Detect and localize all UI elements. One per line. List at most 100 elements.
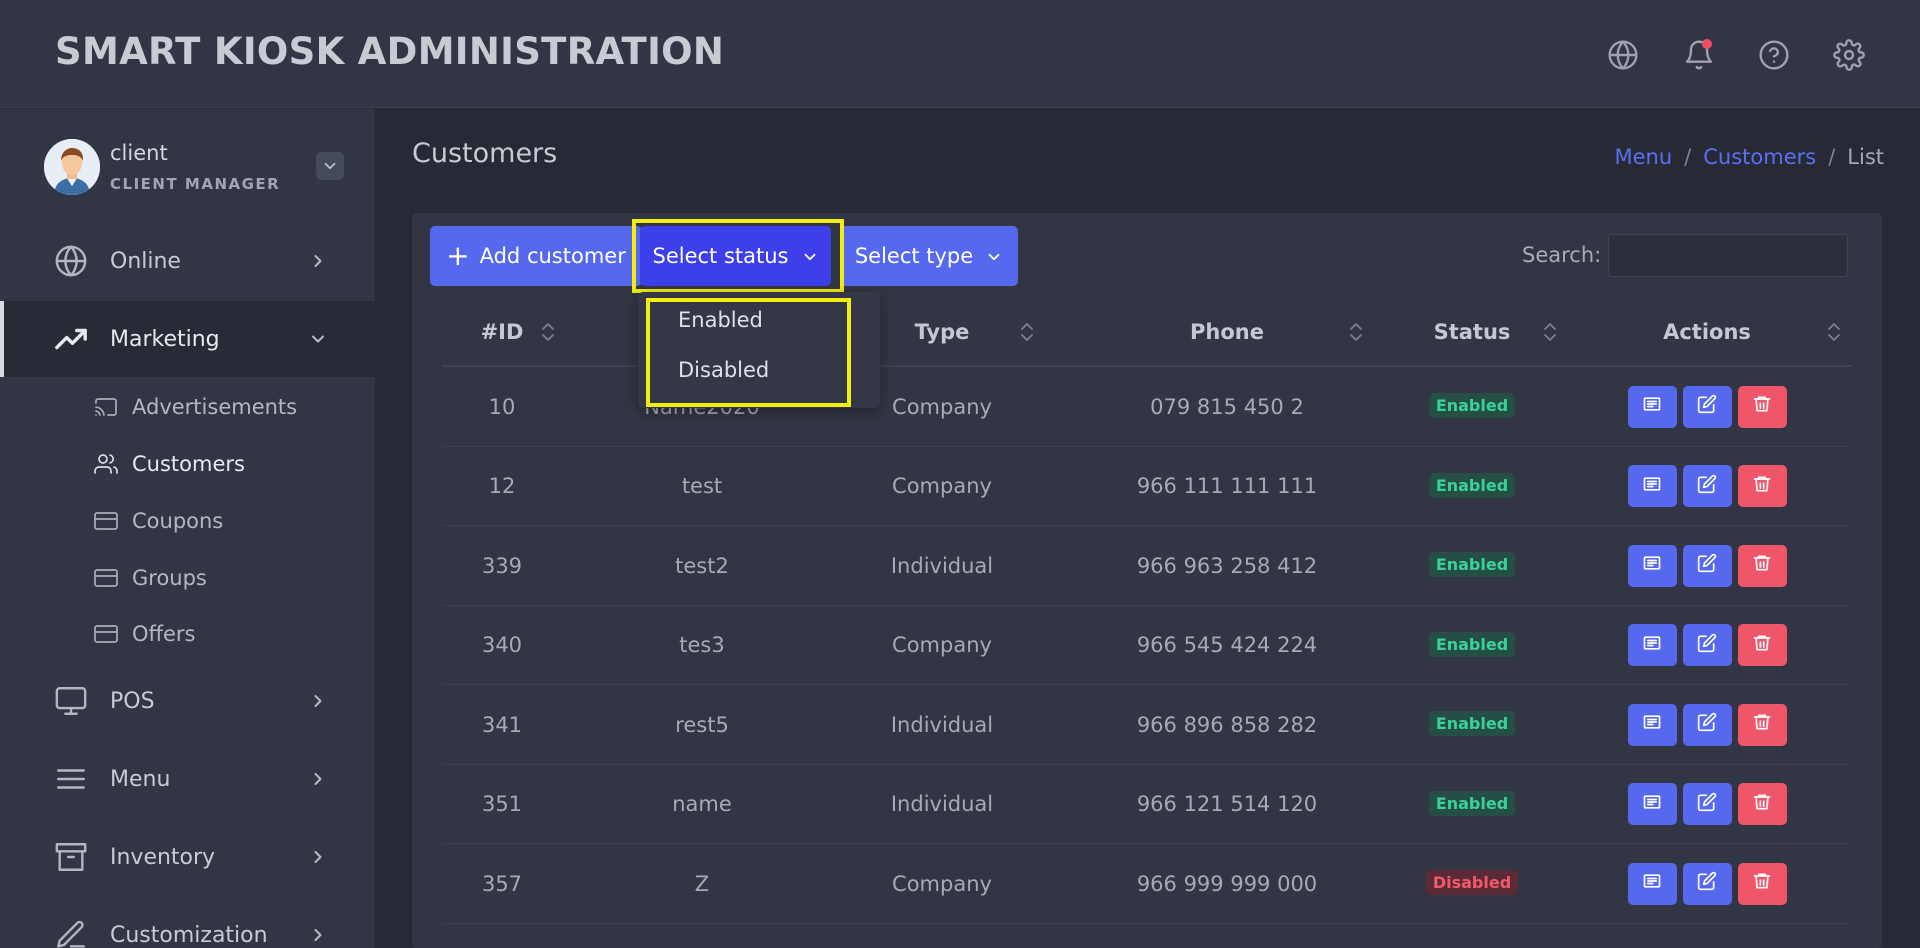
- edit-button[interactable]: [1682, 862, 1732, 905]
- breadcrumb-customers[interactable]: Customers: [1703, 145, 1816, 169]
- list-icon: [1642, 871, 1662, 896]
- cell-phone: 966 111 111 111: [1136, 474, 1318, 498]
- sidebar-item-label: Online: [110, 248, 181, 274]
- sidebar-item-menu[interactable]: Menu: [0, 741, 375, 817]
- delete-button[interactable]: [1737, 465, 1787, 507]
- chevron-right-icon: [308, 847, 328, 867]
- menu-icon: [54, 762, 88, 796]
- sidebar-subitem-customers[interactable]: Customers: [94, 444, 245, 484]
- sort-icon[interactable]: [541, 321, 555, 343]
- select-type-button[interactable]: Select type: [840, 226, 1018, 286]
- edit-button[interactable]: [1682, 465, 1732, 507]
- list-icon: [1642, 394, 1662, 419]
- gear-icon[interactable]: [1832, 38, 1866, 72]
- edit-icon: [1697, 792, 1717, 817]
- search-input[interactable]: [1608, 234, 1848, 277]
- column-header-label: Status: [1433, 320, 1511, 344]
- column-header-phone[interactable]: Phone: [1107, 297, 1347, 367]
- trash-icon: [1752, 553, 1772, 578]
- sort-icon[interactable]: [1349, 321, 1363, 343]
- status-badge: Disabled: [1425, 870, 1519, 895]
- trash-icon: [1752, 394, 1772, 419]
- edit-button[interactable]: [1682, 703, 1732, 746]
- edit-button[interactable]: [1682, 783, 1732, 825]
- sidebar-item-inventory[interactable]: Inventory: [0, 819, 375, 895]
- plus-icon: +: [446, 239, 470, 272]
- delete-button[interactable]: [1737, 862, 1787, 905]
- sidebar-subitem-offers[interactable]: Offers: [94, 614, 196, 654]
- customers-card: + Add customer Select status Select type…: [412, 213, 1882, 948]
- users-icon: [94, 452, 118, 476]
- edit-button[interactable]: [1682, 544, 1732, 587]
- cell-id: 339: [481, 553, 523, 578]
- view-button[interactable]: [1627, 465, 1677, 507]
- select-status-button[interactable]: Select status: [640, 226, 831, 286]
- column-header-actions[interactable]: Actions: [1622, 297, 1792, 367]
- add-customer-button[interactable]: + Add customer: [430, 226, 642, 286]
- edit-icon: [1697, 871, 1717, 896]
- cell-phone: 079 815 450 2: [1150, 394, 1304, 419]
- sort-icon[interactable]: [1020, 321, 1034, 343]
- list-icon: [1642, 553, 1662, 578]
- status-badge: Enabled: [1428, 711, 1516, 736]
- status-option-disabled[interactable]: Disabled: [678, 358, 769, 382]
- sidebar-subitem-groups[interactable]: Groups: [94, 558, 207, 598]
- view-button[interactable]: [1627, 783, 1677, 825]
- archive-icon: [54, 840, 88, 874]
- view-button[interactable]: [1627, 385, 1677, 428]
- edit-button[interactable]: [1682, 385, 1732, 428]
- delete-button[interactable]: [1737, 703, 1787, 746]
- cell-actions: [1622, 447, 1792, 526]
- card-icon: [94, 509, 118, 533]
- column-header-type[interactable]: Type: [872, 297, 1012, 367]
- view-button[interactable]: [1627, 862, 1677, 905]
- cell-status: Enabled: [1402, 367, 1542, 446]
- delete-button[interactable]: [1737, 544, 1787, 587]
- table-row: 340 tes3 Company 966 545 424 224 Enabled: [442, 606, 1852, 685]
- sidebar-item-online[interactable]: Online: [0, 223, 375, 299]
- delete-button[interactable]: [1737, 624, 1787, 666]
- list-icon: [1642, 712, 1662, 737]
- cell-phone: 966 963 258 412: [1136, 553, 1318, 578]
- cell-status: Enabled: [1402, 606, 1542, 685]
- chevron-down-icon: [308, 329, 328, 349]
- breadcrumb-separator: /: [1828, 145, 1836, 169]
- page-title: Customers: [412, 138, 558, 169]
- sort-icon[interactable]: [1827, 321, 1841, 343]
- globe-icon: [54, 244, 88, 278]
- column-header-status[interactable]: Status: [1402, 297, 1542, 367]
- view-button[interactable]: [1627, 544, 1677, 587]
- cell-type: Individual: [890, 792, 994, 816]
- chevron-right-icon: [308, 925, 328, 945]
- chevron-right-icon: [308, 251, 328, 271]
- select-status-label: Select status: [652, 244, 789, 268]
- sidebar-item-customization[interactable]: Customization: [0, 897, 375, 948]
- sidebar-subitem-advertisements[interactable]: Advertisements: [94, 387, 297, 427]
- sidebar-item-pos[interactable]: POS: [0, 663, 375, 739]
- status-option-enabled[interactable]: Enabled: [678, 308, 763, 332]
- sort-icon[interactable]: [1543, 321, 1557, 343]
- breadcrumb-menu[interactable]: Menu: [1615, 145, 1673, 169]
- cast-icon: [94, 395, 118, 419]
- view-button[interactable]: [1627, 703, 1677, 746]
- help-icon[interactable]: [1757, 38, 1791, 72]
- delete-button[interactable]: [1737, 783, 1787, 825]
- bell-icon[interactable]: [1682, 38, 1716, 72]
- chevron-right-icon: [308, 769, 328, 789]
- cell-actions: [1622, 367, 1792, 446]
- cell-phone: 966 999 999 000: [1136, 871, 1318, 896]
- sidebar-subitem-coupons[interactable]: Coupons: [94, 501, 223, 541]
- edit-button[interactable]: [1682, 624, 1732, 666]
- chevron-down-icon: [985, 247, 1003, 265]
- user-menu-toggle[interactable]: [316, 152, 344, 180]
- sidebar-subitem-label: Groups: [132, 566, 207, 590]
- delete-button[interactable]: [1737, 385, 1787, 428]
- sidebar-item-marketing[interactable]: Marketing: [0, 301, 375, 377]
- view-button[interactable]: [1627, 624, 1677, 666]
- list-icon: [1642, 633, 1662, 658]
- top-bar: SMART KIOSK ADMINISTRATION: [0, 0, 1920, 108]
- column-header-label: Phone: [1190, 320, 1264, 344]
- monitor-icon: [54, 684, 88, 718]
- globe-icon[interactable]: [1606, 38, 1640, 72]
- cell-id: 351: [481, 792, 523, 816]
